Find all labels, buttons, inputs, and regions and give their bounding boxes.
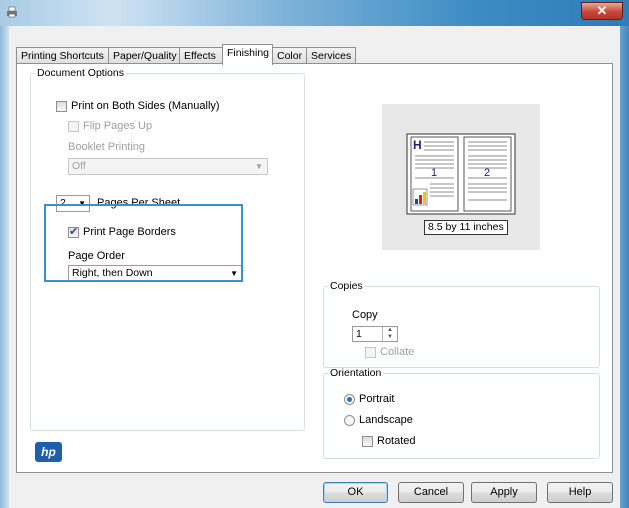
- collate-label: Collate: [380, 346, 415, 358]
- help-button[interactable]: Help: [547, 482, 613, 503]
- tab-services[interactable]: Services: [306, 47, 356, 64]
- window-frame-left: [0, 26, 9, 508]
- portrait-radio[interactable]: [344, 394, 355, 405]
- collate-checkbox[interactable]: [365, 347, 376, 358]
- tab-finishing[interactable]: Finishing: [222, 44, 273, 65]
- rotated-label: Rotated: [377, 435, 416, 447]
- print-both-sides-label: Print on Both Sides (Manually): [71, 100, 220, 112]
- stepper-arrows-icon[interactable]: ▲ ▼: [382, 327, 397, 341]
- window-frame-right: [620, 26, 629, 508]
- booklet-printing-dropdown[interactable]: Off ▼: [68, 158, 268, 175]
- copy-count-stepper[interactable]: 1 ▲ ▼: [352, 326, 398, 342]
- print-both-sides-checkbox[interactable]: [56, 101, 67, 112]
- landscape-radio[interactable]: [344, 415, 355, 426]
- booklet-printing-label: Booklet Printing: [68, 141, 146, 153]
- tab-paper-quality[interactable]: Paper/Quality: [108, 47, 180, 64]
- landscape-label: Landscape: [359, 414, 413, 426]
- page-layout-preview: H 1 2 8.5 by 11 inches: [382, 104, 540, 250]
- tab-color[interactable]: Color: [272, 47, 307, 64]
- apply-button[interactable]: Apply: [471, 482, 537, 503]
- orientation-legend: Orientation: [330, 367, 382, 379]
- flip-pages-up-checkbox[interactable]: [68, 121, 79, 132]
- tab-printing-shortcuts[interactable]: Printing Shortcuts: [16, 47, 109, 64]
- highlight-box: [44, 204, 243, 282]
- printer-icon: [7, 6, 17, 18]
- paper-size-label: 8.5 by 11 inches: [424, 220, 508, 235]
- tab-effects[interactable]: Effects: [179, 47, 224, 64]
- copy-count-value: 1: [356, 328, 362, 340]
- preview-page-number-2: 2: [484, 167, 491, 179]
- document-options-legend: Document Options: [37, 67, 124, 79]
- copy-label: Copy: [352, 309, 378, 321]
- cancel-button[interactable]: Cancel: [398, 482, 464, 503]
- close-button[interactable]: ✕: [581, 2, 623, 20]
- svg-text:H: H: [413, 138, 422, 152]
- dialog-body: Printing Shortcuts Paper/Quality Effects…: [9, 26, 620, 508]
- portrait-label: Portrait: [359, 393, 395, 405]
- title-bar: ✕: [0, 0, 629, 26]
- print-properties-window: ✕ Printing Shortcuts Paper/Quality Effec…: [0, 0, 629, 508]
- close-icon: ✕: [596, 3, 608, 18]
- copies-legend: Copies: [330, 280, 363, 292]
- flip-pages-up-label: Flip Pages Up: [83, 120, 153, 132]
- booklet-printing-value: Off: [72, 160, 86, 172]
- hp-logo: hp: [35, 442, 62, 462]
- rotated-checkbox[interactable]: [362, 436, 373, 447]
- preview-page-number-1: 1: [431, 167, 438, 179]
- chevron-down-icon: ▼: [255, 162, 263, 171]
- ok-button[interactable]: OK: [323, 482, 388, 503]
